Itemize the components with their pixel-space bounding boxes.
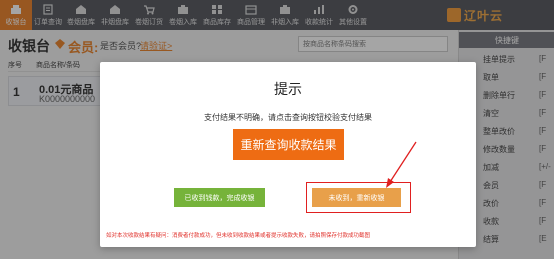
dialog-title: 提示 (274, 81, 302, 97)
payment-received-button[interactable]: 已收到钱款，完成收银 (174, 188, 265, 207)
requery-payment-button[interactable]: 重新查询收款结果 (233, 129, 344, 160)
dialog-note: 如对本次收款结果有疑问：消费者付款成功，但未收到收款结果或者提示收款失败，请拍照… (106, 233, 371, 239)
dialog-message: 支付结果不明确，请点击查询按钮校验支付结果 (204, 113, 372, 122)
annotation-arrow-icon (386, 141, 417, 188)
